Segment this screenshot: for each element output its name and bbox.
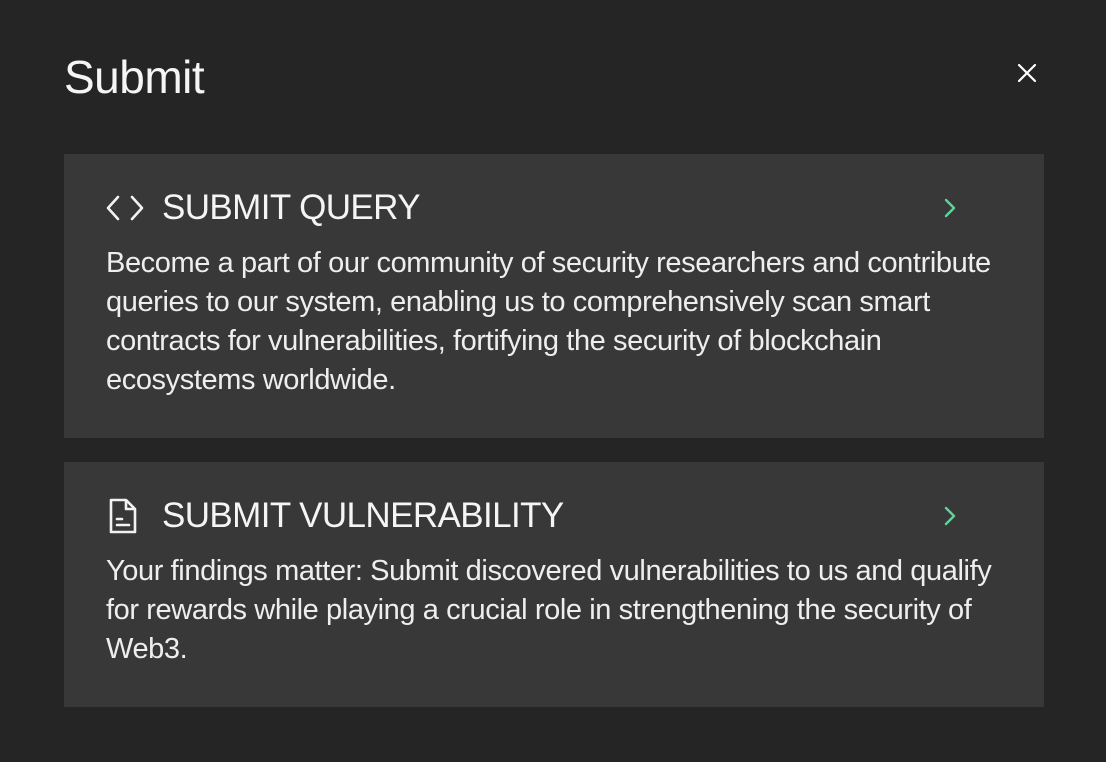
submit-query-card[interactable]: SUBMIT QUERY Become a part of our commun… xyxy=(64,154,1044,438)
document-icon xyxy=(106,496,146,536)
chevron-right-icon xyxy=(944,506,956,526)
modal-title: Submit xyxy=(64,51,205,103)
chevron-right-icon xyxy=(944,198,956,218)
card-description: Become a part of our community of securi… xyxy=(106,247,991,396)
code-icon xyxy=(106,188,146,228)
card-title: SUBMIT VULNERABILITY xyxy=(162,496,564,535)
close-button[interactable] xyxy=(1010,56,1044,90)
card-title: SUBMIT QUERY xyxy=(162,188,421,227)
submit-vulnerability-card[interactable]: SUBMIT VULNERABILITY Your findings matte… xyxy=(64,462,1044,707)
card-description: Your findings matter: Submit discovered … xyxy=(106,555,992,665)
card-header: SUBMIT QUERY xyxy=(106,188,1002,228)
submit-modal: Submit SUBMIT QUERY Become a part of our… xyxy=(0,0,1106,762)
close-icon xyxy=(1017,63,1037,83)
card-header: SUBMIT VULNERABILITY xyxy=(106,496,1002,536)
